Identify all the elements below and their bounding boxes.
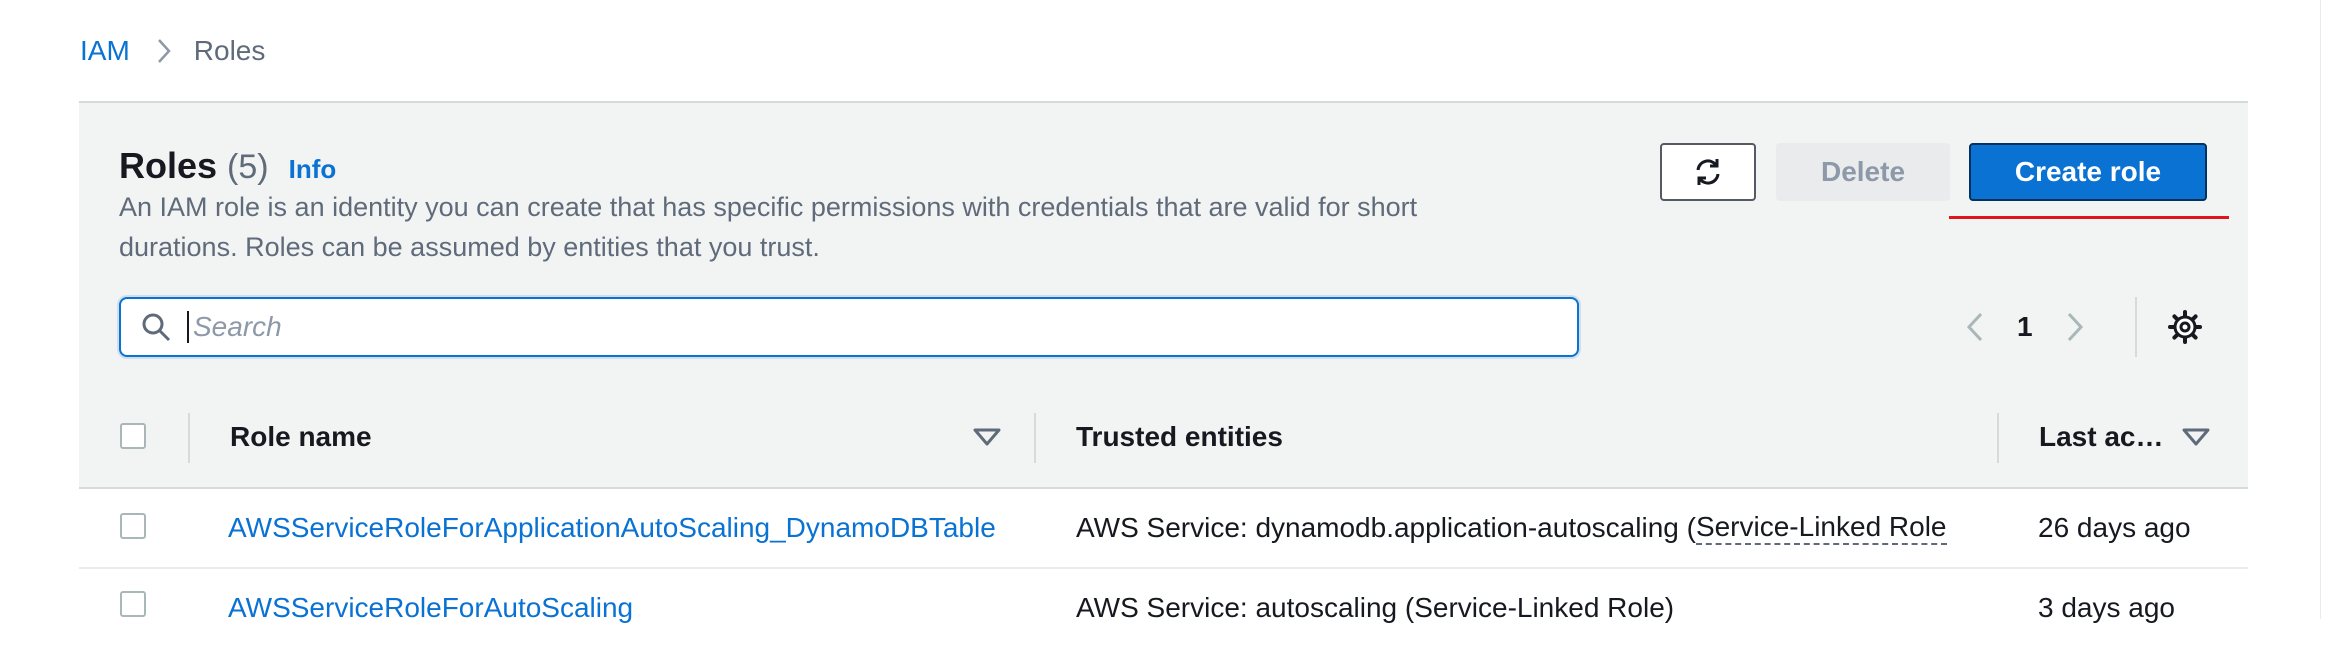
select-all-checkbox[interactable] (120, 423, 146, 449)
column-divider (188, 413, 190, 463)
chevron-right-icon (156, 37, 172, 65)
page-title: Roles (119, 145, 218, 186)
table-row: AWSServiceRoleForAutoScaling AWS Service… (79, 569, 2248, 647)
gear-icon (2168, 310, 2202, 344)
breadcrumb-iam-link[interactable]: IAM (80, 35, 130, 67)
sort-descending-icon[interactable] (972, 425, 1002, 449)
info-link[interactable]: Info (289, 154, 337, 185)
roles-count: (5) (227, 148, 269, 186)
refresh-icon (1696, 159, 1720, 185)
delete-button[interactable]: Delete (1776, 143, 1950, 201)
column-divider (1034, 413, 1036, 463)
sort-descending-icon[interactable] (2181, 425, 2211, 449)
refresh-button[interactable] (1660, 143, 1756, 201)
page-right-border (2320, 0, 2321, 619)
text-caret (187, 311, 189, 343)
role-name-link[interactable]: AWSServiceRoleForAutoScaling (228, 569, 633, 647)
trusted-entities-text: AWS Service: dynamodb.application-autosc… (1076, 512, 1696, 543)
last-activity-cell: 3 days ago (2038, 592, 2175, 623)
table-settings-button[interactable] (2167, 309, 2203, 345)
roles-panel: Roles (5) Info An IAM role is an identit… (79, 101, 2248, 647)
table-row: AWSServiceRoleForApplicationAutoScaling_… (79, 489, 2248, 569)
column-divider (1997, 413, 1999, 463)
last-activity-cell: 26 days ago (2038, 512, 2191, 543)
table-body: AWSServiceRoleForApplicationAutoScaling_… (79, 489, 2248, 647)
page-description: An IAM role is an identity you can creat… (119, 192, 1418, 262)
create-role-highlight-underline (1949, 216, 2229, 219)
service-linked-role-tooltip-trigger[interactable]: Service-Linked Role (1695, 511, 1947, 545)
previous-page-button[interactable] (1959, 311, 1991, 343)
search-field[interactable] (119, 297, 1579, 357)
search-input[interactable] (191, 310, 1495, 344)
column-header-role-name[interactable]: Role name (230, 387, 372, 487)
next-page-button[interactable] (2059, 311, 2091, 343)
column-header-trusted-entities[interactable]: Trusted entities (1076, 387, 1283, 487)
pagination: 1 (1959, 297, 2091, 357)
pagination-divider (2135, 297, 2137, 357)
title-row: Roles (5) Info (119, 145, 336, 187)
chevron-right-icon (2067, 312, 2083, 342)
panel-header: Roles (5) Info An IAM role is an identit… (79, 103, 2248, 389)
row-checkbox[interactable] (120, 513, 146, 539)
search-icon (141, 311, 173, 343)
trusted-entities-cell: AWS Service: dynamodb.application-autosc… (1076, 489, 1947, 567)
trusted-entities-cell: AWS Service: autoscaling (Service-Linked… (1076, 592, 1675, 623)
chevron-left-icon (1966, 312, 1983, 342)
breadcrumb-current: Roles (193, 35, 266, 66)
row-checkbox[interactable] (120, 591, 146, 617)
breadcrumb: IAM Roles (80, 34, 265, 68)
role-name-link[interactable]: AWSServiceRoleForApplicationAutoScaling_… (228, 489, 996, 567)
current-page-number[interactable]: 1 (2017, 311, 2033, 343)
column-header-last-activity[interactable]: Last ac… (2039, 387, 2164, 487)
table-header: Role name Trusted entities Last ac… (79, 387, 2248, 489)
create-role-button[interactable]: Create role (1969, 143, 2207, 201)
